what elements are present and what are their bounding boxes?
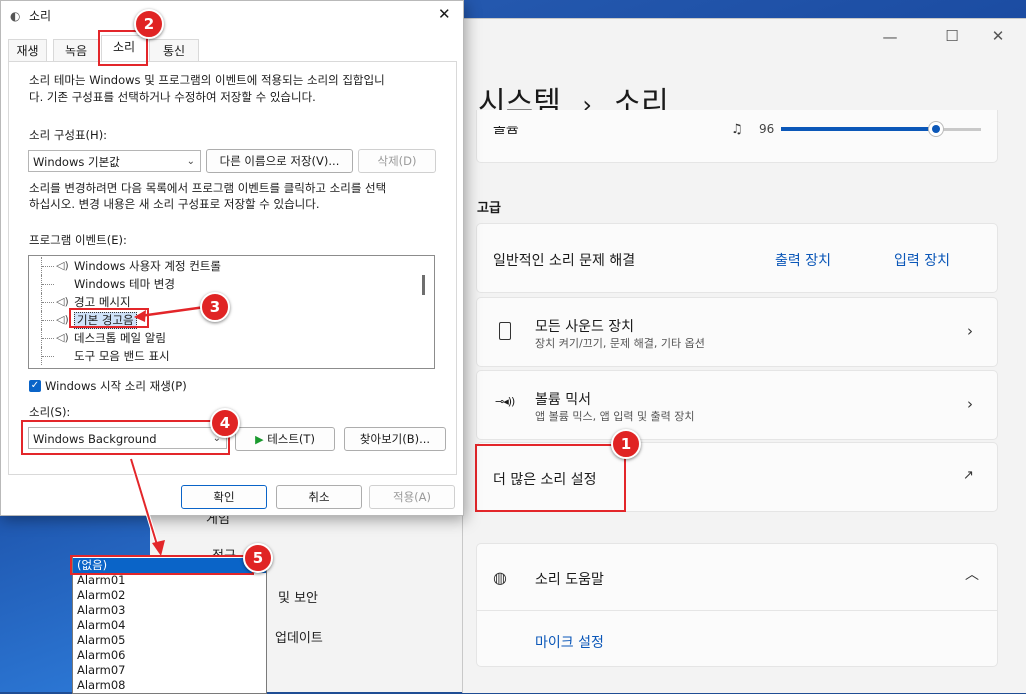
annotation-badge-4: 4 (210, 408, 240, 438)
annotation-badge-1: 1 (611, 429, 641, 459)
arrow-3 (139, 305, 206, 318)
annotation-arrows (129, 305, 206, 556)
arrow-4-to-5 (130, 458, 159, 549)
annotation-badge-5: 5 (243, 543, 273, 573)
annotation-badge-2: 2 (134, 9, 164, 39)
annotation-badge-3: 3 (200, 292, 230, 322)
